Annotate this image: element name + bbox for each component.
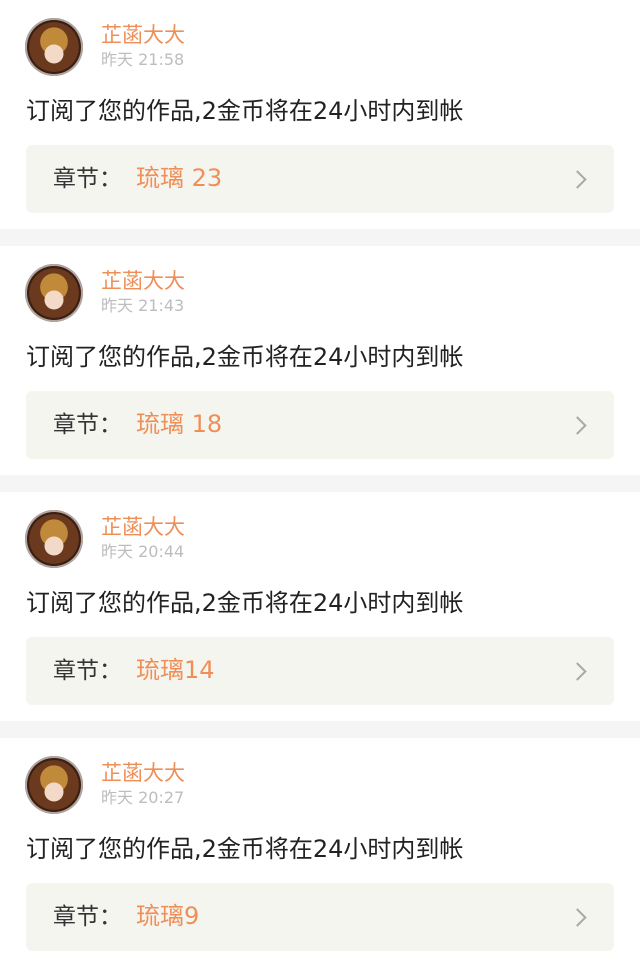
chapter-prefix-label: 章节： (53, 166, 122, 192)
chevron-right-icon (568, 416, 587, 435)
notification-card: 芷菡大大 昨天 21:58 订阅了您的作品,2金币将在24小时内到帐 章节： 琉… (0, 0, 640, 229)
chapter-title: 琉璃9 (136, 902, 200, 930)
chapter-title: 琉璃14 (136, 656, 215, 684)
avatar[interactable] (25, 510, 83, 568)
notification-card: 芷菡大大 昨天 21:43 订阅了您的作品,2金币将在24小时内到帐 章节： 琉… (0, 246, 640, 475)
divider (0, 475, 640, 492)
chapter-title: 琉璃 18 (136, 410, 223, 438)
chapter-title: 琉璃 23 (136, 164, 223, 192)
divider (0, 229, 640, 246)
notification-card: 芷菡大大 昨天 20:27 订阅了您的作品,2金币将在24小时内到帐 章节： 琉… (0, 738, 640, 967)
timestamp: 昨天 20:44 (101, 542, 185, 561)
chapter-link[interactable]: 章节： 琉璃 23 (26, 145, 614, 213)
chapter-link[interactable]: 章节： 琉璃9 (26, 883, 614, 951)
chapter-prefix-label: 章节： (53, 412, 122, 438)
chapter-link[interactable]: 章节： 琉璃 18 (26, 391, 614, 459)
chevron-right-icon (568, 662, 587, 681)
chapter-prefix-label: 章节： (53, 904, 122, 930)
timestamp: 昨天 21:43 (101, 296, 185, 315)
notification-message: 订阅了您的作品,2金币将在24小时内到帐 (26, 589, 464, 617)
notification-message: 订阅了您的作品,2金币将在24小时内到帐 (26, 835, 464, 863)
chapter-prefix-label: 章节： (53, 658, 122, 684)
notification-feed: 芷菡大大 昨天 21:58 订阅了您的作品,2金币将在24小时内到帐 章节： 琉… (0, 0, 640, 967)
chevron-right-icon (568, 908, 587, 927)
notification-card: 芷菡大大 昨天 20:44 订阅了您的作品,2金币将在24小时内到帐 章节： 琉… (0, 492, 640, 721)
avatar[interactable] (25, 756, 83, 814)
chapter-link[interactable]: 章节： 琉璃14 (26, 637, 614, 705)
divider (0, 721, 640, 738)
avatar[interactable] (25, 18, 83, 76)
user-name[interactable]: 芷菡大大 (101, 514, 185, 540)
user-name[interactable]: 芷菡大大 (101, 22, 185, 48)
avatar[interactable] (25, 264, 83, 322)
chevron-right-icon (568, 170, 587, 189)
timestamp: 昨天 21:58 (101, 50, 185, 69)
notification-message: 订阅了您的作品,2金币将在24小时内到帐 (26, 97, 464, 125)
notification-message: 订阅了您的作品,2金币将在24小时内到帐 (26, 343, 464, 371)
timestamp: 昨天 20:27 (101, 788, 185, 807)
user-name[interactable]: 芷菡大大 (101, 760, 185, 786)
user-name[interactable]: 芷菡大大 (101, 268, 185, 294)
